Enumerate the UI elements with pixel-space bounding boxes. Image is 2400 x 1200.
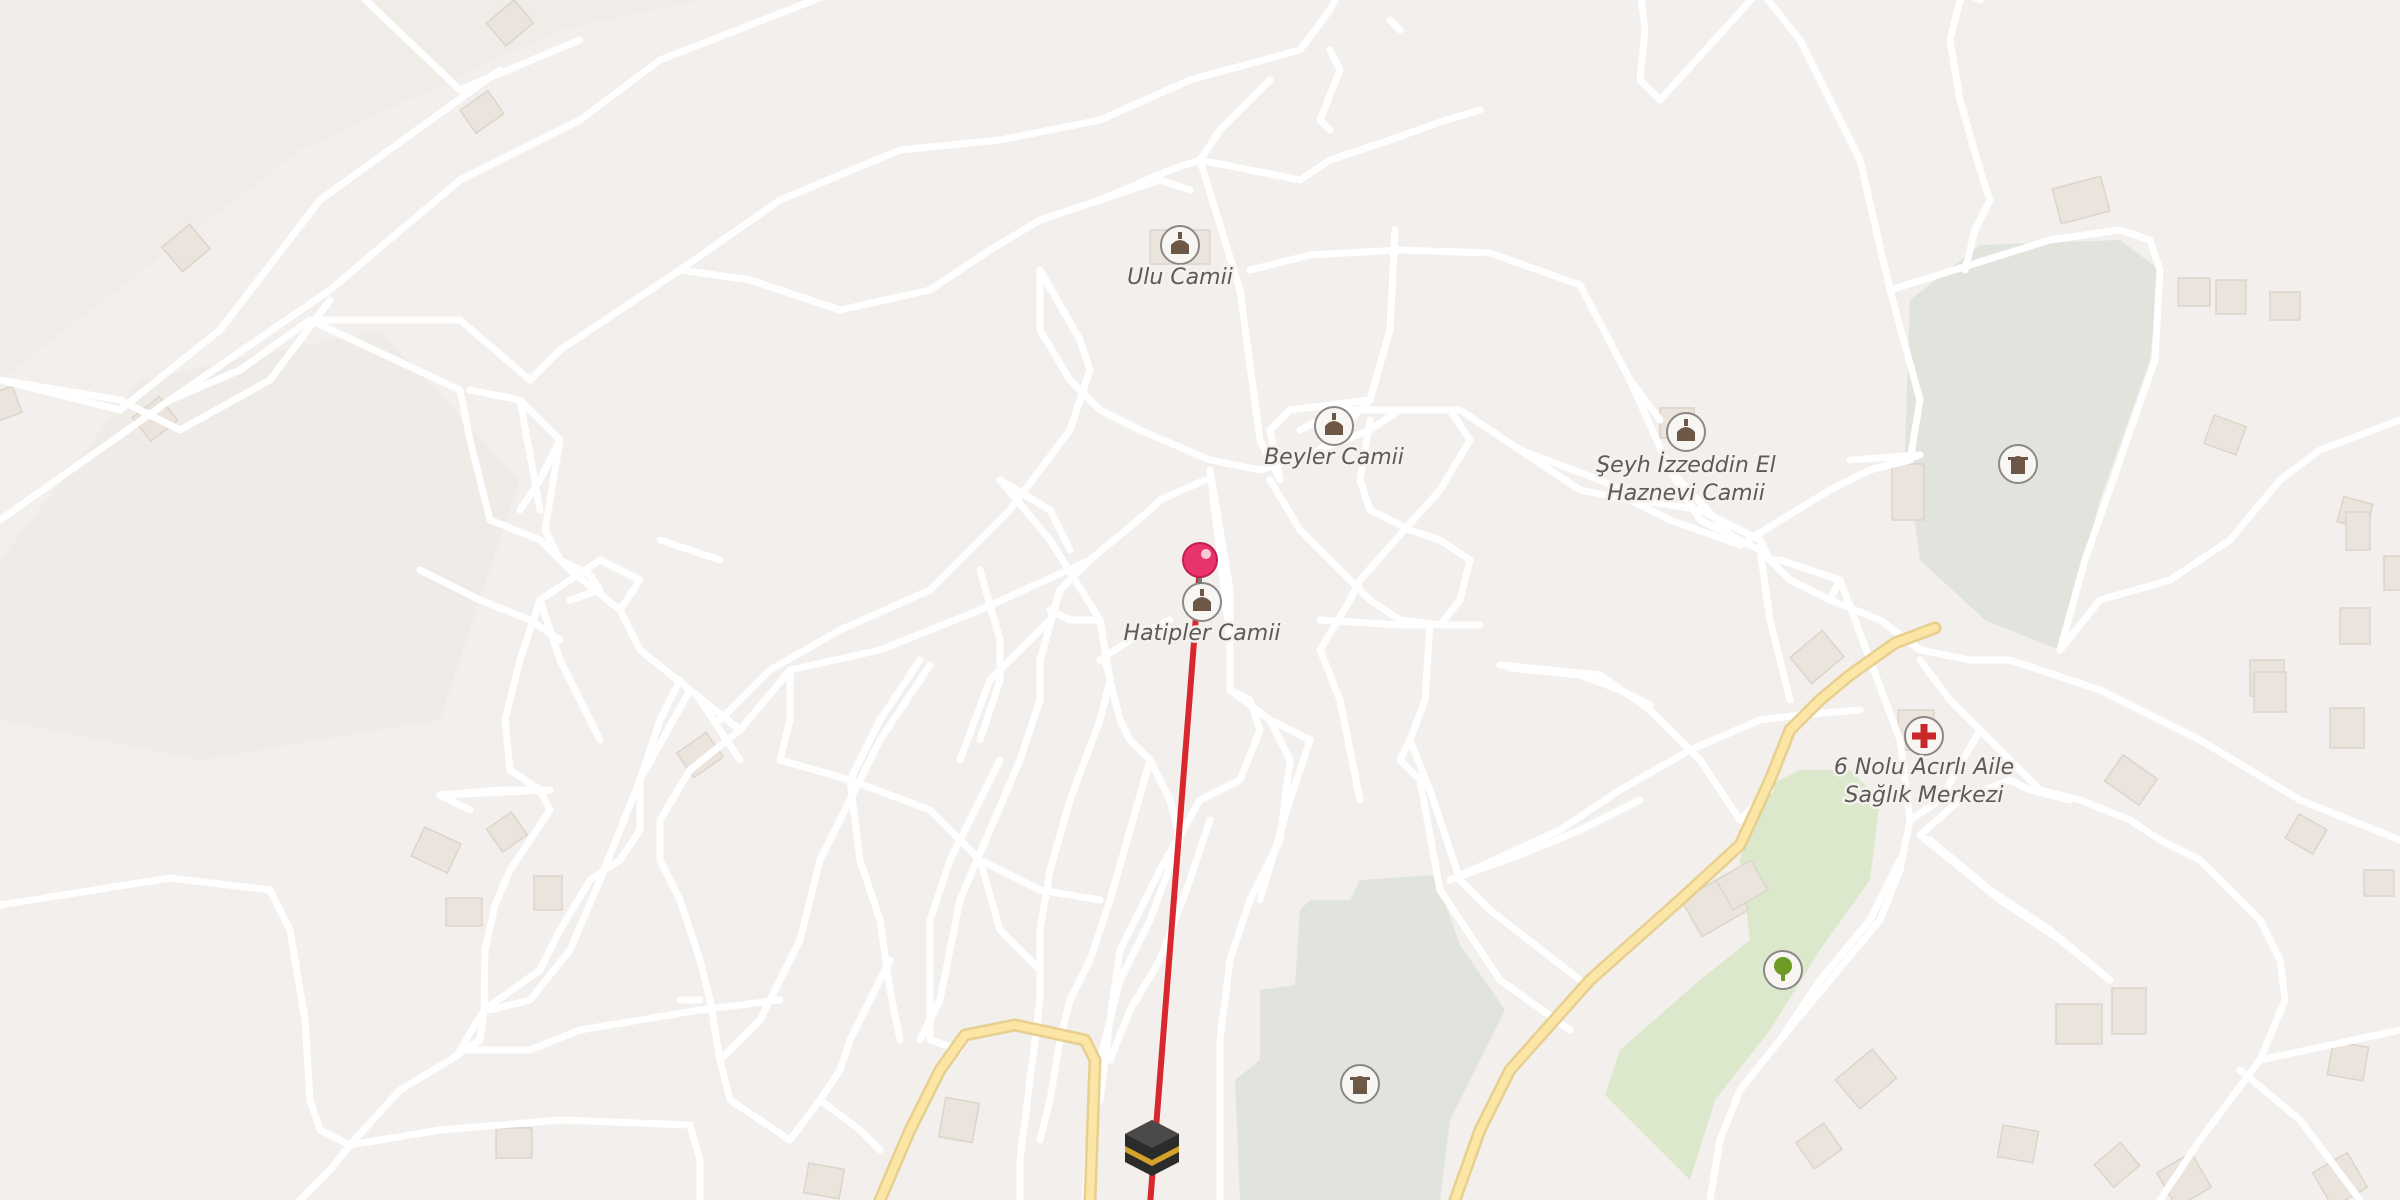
mosque-icon[interactable]: [1666, 412, 1706, 452]
mosque-icon[interactable]: [1160, 225, 1200, 265]
map-canvas[interactable]: Ulu Camii Beyler Camii Şeyh İzzeddin El …: [0, 0, 2400, 1200]
mosque-icon[interactable]: [1314, 406, 1354, 446]
pin-icon[interactable]: [1182, 542, 1218, 584]
cemetery-icon[interactable]: [1998, 444, 2038, 484]
hospital-icon[interactable]: [1904, 716, 1944, 756]
kaaba-icon[interactable]: [1125, 1120, 1179, 1176]
tree-icon[interactable]: [1763, 950, 1803, 990]
poi-label-seyh-izzeddin-line2: Haznevi Camii: [1607, 481, 1765, 506]
poi-label-seyh-izzeddin-line1: Şeyh İzzeddin El: [1596, 452, 1776, 478]
poi-label-saglik-line1: 6 Nolu Acırlı Aile: [1834, 755, 2014, 780]
poi-label-beyler-camii: Beyler Camii: [1264, 445, 1404, 470]
terrain-shading: [0, 0, 700, 760]
mosque-icon[interactable]: [1182, 582, 1222, 622]
poi-label-saglik-line2: Sağlık Merkezi: [1845, 783, 2004, 808]
poi-label-hatipler-camii: Hatipler Camii: [1124, 621, 1281, 646]
poi-label-ulu-camii: Ulu Camii: [1127, 265, 1233, 290]
cemetery-icon[interactable]: [1340, 1064, 1380, 1104]
